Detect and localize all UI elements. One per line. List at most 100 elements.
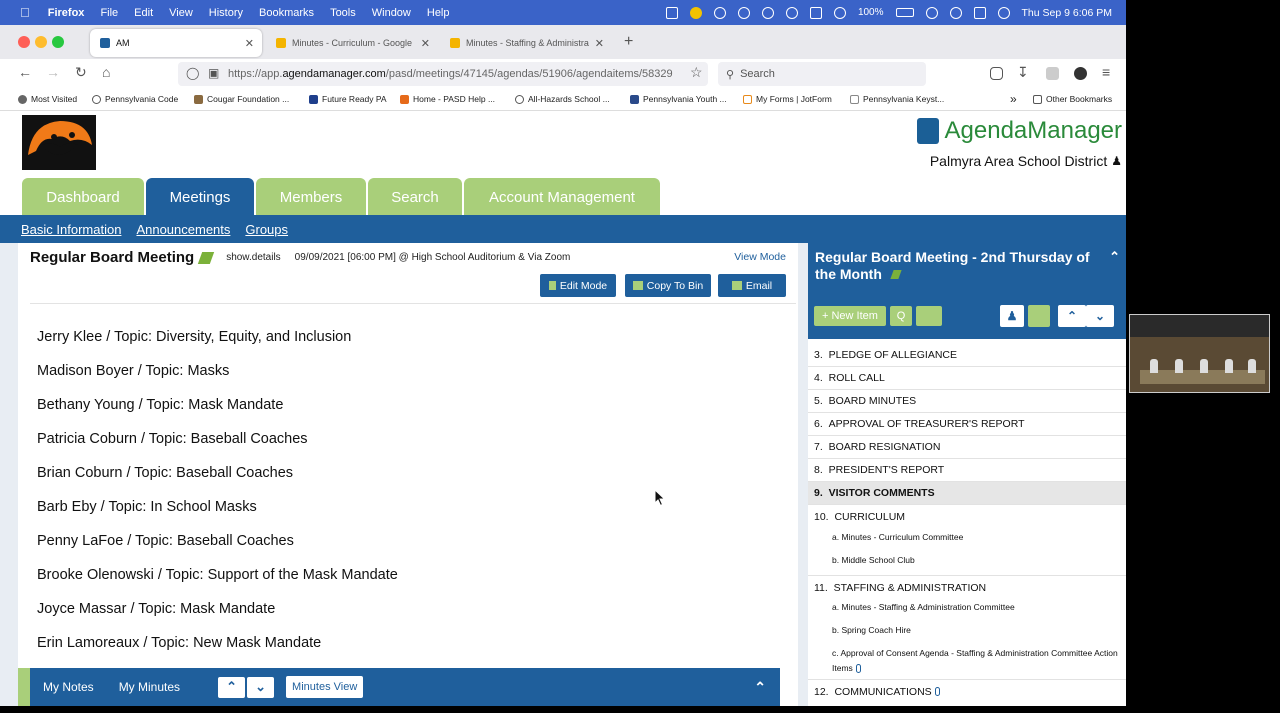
new-item-button[interactable]: + New Item xyxy=(814,306,886,326)
copy-to-bin-button[interactable]: Copy To Bin xyxy=(625,274,711,297)
edit-pencil-icon[interactable] xyxy=(890,270,902,279)
agenda-item-3[interactable]: 3. PLEDGE OF ALLEGIANCE xyxy=(808,344,1126,367)
agenda-item-5[interactable]: 5. BOARD MINUTES xyxy=(808,390,1126,413)
bookmark-pennsylvania-keystone[interactable]: Pennsylvania Keyst... xyxy=(850,94,944,104)
tab-am[interactable]: AM ✕ xyxy=(90,29,262,57)
new-tab-icon[interactable]: + xyxy=(624,33,633,51)
wifi-off-icon[interactable] xyxy=(785,6,798,19)
agenda-item-11[interactable]: 11. STAFFING & ADMINISTRATION xyxy=(808,575,1126,599)
menu-tools[interactable]: Tools xyxy=(330,7,356,19)
bookmark-cougar-foundation[interactable]: Cougar Foundation ... xyxy=(194,94,289,104)
assign-user-icon[interactable]: ♟ xyxy=(1000,305,1024,327)
search-input[interactable]: ⚲ Search xyxy=(718,62,926,86)
menu-bookmarks[interactable]: Bookmarks xyxy=(259,7,314,19)
agenda-subitem-10a[interactable]: a. Minutes - Curriculum Committee xyxy=(832,530,1126,545)
close-tab-icon[interactable]: ✕ xyxy=(245,37,254,50)
agenda-subitem-10b[interactable]: b. Middle School Club xyxy=(832,553,1126,568)
my-notes-link[interactable]: My Notes xyxy=(43,680,94,694)
edit-pencil-icon[interactable] xyxy=(198,251,215,264)
time-machine-icon[interactable] xyxy=(761,6,774,19)
home-icon[interactable]: ⌂ xyxy=(102,64,110,80)
tab-minutes-staffing[interactable]: Minutes - Staffing & Administra ✕ xyxy=(440,29,612,57)
reload-icon[interactable]: ↻ xyxy=(75,64,87,81)
edit-mode-button[interactable]: Edit Mode xyxy=(540,274,616,297)
tab-meetings[interactable]: Meetings xyxy=(146,178,254,216)
wifi-icon[interactable] xyxy=(925,6,938,19)
menu-window[interactable]: Window xyxy=(372,7,411,19)
email-button[interactable]: Email xyxy=(718,274,786,297)
user-icon[interactable]: ♟ xyxy=(1111,154,1122,168)
profile-icon[interactable] xyxy=(1074,67,1087,80)
bookmark-all-hazards[interactable]: All-Hazards School ... xyxy=(515,94,610,104)
more-bookmarks-chevron-icon[interactable]: » xyxy=(1010,92,1017,106)
pocket-icon[interactable] xyxy=(990,67,1003,80)
tab-account-management[interactable]: Account Management xyxy=(464,178,660,216)
show-details-link[interactable]: show.details xyxy=(226,252,280,263)
forward-arrow-icon[interactable]: → xyxy=(46,64,60,80)
bookmark-pennsylvania-code[interactable]: Pennsylvania Code xyxy=(92,94,178,104)
agenda-subitem-11a[interactable]: a. Minutes - Staffing & Administration C… xyxy=(832,600,1126,615)
bookmark-pennsylvania-youth[interactable]: Pennsylvania Youth ... xyxy=(630,94,727,104)
tab-minutes-curriculum[interactable]: Minutes - Curriculum - Google ✕ xyxy=(266,29,438,57)
subnav-groups[interactable]: Groups xyxy=(245,222,288,237)
tracking-shield-icon[interactable]: ◯ xyxy=(186,66,199,80)
print-icon[interactable] xyxy=(1028,305,1050,327)
menu-app-firefox[interactable]: Firefox xyxy=(48,7,85,19)
bluetooth-icon[interactable] xyxy=(833,6,846,19)
menu-edit[interactable]: Edit xyxy=(134,7,153,19)
bookmark-other-bookmarks[interactable]: Other Bookmarks xyxy=(1033,94,1112,104)
menu-view[interactable]: View xyxy=(169,7,193,19)
notification-icon[interactable] xyxy=(689,6,702,19)
my-minutes-link[interactable]: My Minutes xyxy=(119,680,180,694)
minutes-view-button[interactable]: Minutes View xyxy=(286,676,364,698)
subnav-basic-information[interactable]: Basic Information xyxy=(21,222,121,237)
agenda-subitem-11c[interactable]: c. Approval of Consent Agenda - Staffing… xyxy=(832,646,1126,676)
hamburger-menu-icon[interactable]: ≡ xyxy=(1102,64,1110,80)
view-mode-link[interactable]: View Mode xyxy=(734,251,786,263)
apple-icon[interactable]:  xyxy=(20,5,30,20)
record-icon[interactable] xyxy=(737,6,750,19)
video-call-thumbnail[interactable] xyxy=(1129,314,1270,393)
agenda-item-4[interactable]: 4. ROLL CALL xyxy=(808,367,1126,390)
moon-icon[interactable] xyxy=(713,6,726,19)
q-button[interactable]: Q xyxy=(890,306,912,326)
menu-history[interactable]: History xyxy=(209,7,243,19)
siri-icon[interactable] xyxy=(997,6,1010,19)
bookmark-jotform[interactable]: My Forms | JotForm xyxy=(743,94,832,104)
spotlight-icon[interactable] xyxy=(949,6,962,19)
agenda-item-8[interactable]: 8. PRESIDENT'S REPORT xyxy=(808,459,1126,482)
chevron-up-icon[interactable]: ⌃ xyxy=(1058,305,1086,327)
agenda-item-9-selected[interactable]: 9. VISITOR COMMENTS xyxy=(808,482,1126,505)
agenda-subitem-11b[interactable]: b. Spring Coach Hire xyxy=(832,623,1126,638)
close-window-icon[interactable] xyxy=(18,36,30,48)
close-tab-icon[interactable]: ✕ xyxy=(595,37,604,50)
back-arrow-icon[interactable]: ← xyxy=(18,64,32,80)
agenda-item-6[interactable]: 6. APPROVAL OF TREASURER'S REPORT xyxy=(808,413,1126,436)
agenda-item-12[interactable]: 12. COMMUNICATIONS xyxy=(808,679,1126,703)
window-icon[interactable] xyxy=(916,306,942,326)
menu-help[interactable]: Help xyxy=(427,7,450,19)
menu-file[interactable]: File xyxy=(100,7,118,19)
minimize-window-icon[interactable] xyxy=(35,36,47,48)
tab-members[interactable]: Members xyxy=(256,178,366,216)
bookmark-most-visited[interactable]: Most Visited xyxy=(18,94,77,104)
chevron-down-icon[interactable]: ⌄ xyxy=(247,676,275,698)
bookmark-future-ready-pa[interactable]: Future Ready PA xyxy=(309,94,387,104)
battery-icon[interactable] xyxy=(895,8,914,17)
downloads-icon[interactable]: ↧ xyxy=(1017,64,1029,81)
url-bar[interactable]: https://app. agendamanager.com/pasd/meeti… xyxy=(178,62,708,86)
control-center-icon[interactable] xyxy=(973,6,986,19)
extension-icon[interactable] xyxy=(1046,67,1059,80)
collapse-chevron-icon[interactable]: ⌃ xyxy=(754,679,766,696)
bookmark-star-icon[interactable]: ☆ xyxy=(690,64,703,81)
lock-icon[interactable]: ▣ xyxy=(208,66,219,80)
tab-dashboard[interactable]: Dashboard xyxy=(22,178,144,216)
agenda-item-10[interactable]: 10. CURRICULUM xyxy=(808,505,1126,529)
close-tab-icon[interactable]: ✕ xyxy=(421,37,430,50)
fullscreen-window-icon[interactable] xyxy=(52,36,64,48)
chevron-up-icon[interactable]: ⌃ xyxy=(218,676,246,698)
tab-search[interactable]: Search xyxy=(368,178,462,216)
subnav-announcements[interactable]: Announcements xyxy=(136,222,230,237)
chevron-up-icon[interactable]: ⌃ xyxy=(1109,249,1120,265)
agenda-item-7[interactable]: 7. BOARD RESIGNATION xyxy=(808,436,1126,459)
